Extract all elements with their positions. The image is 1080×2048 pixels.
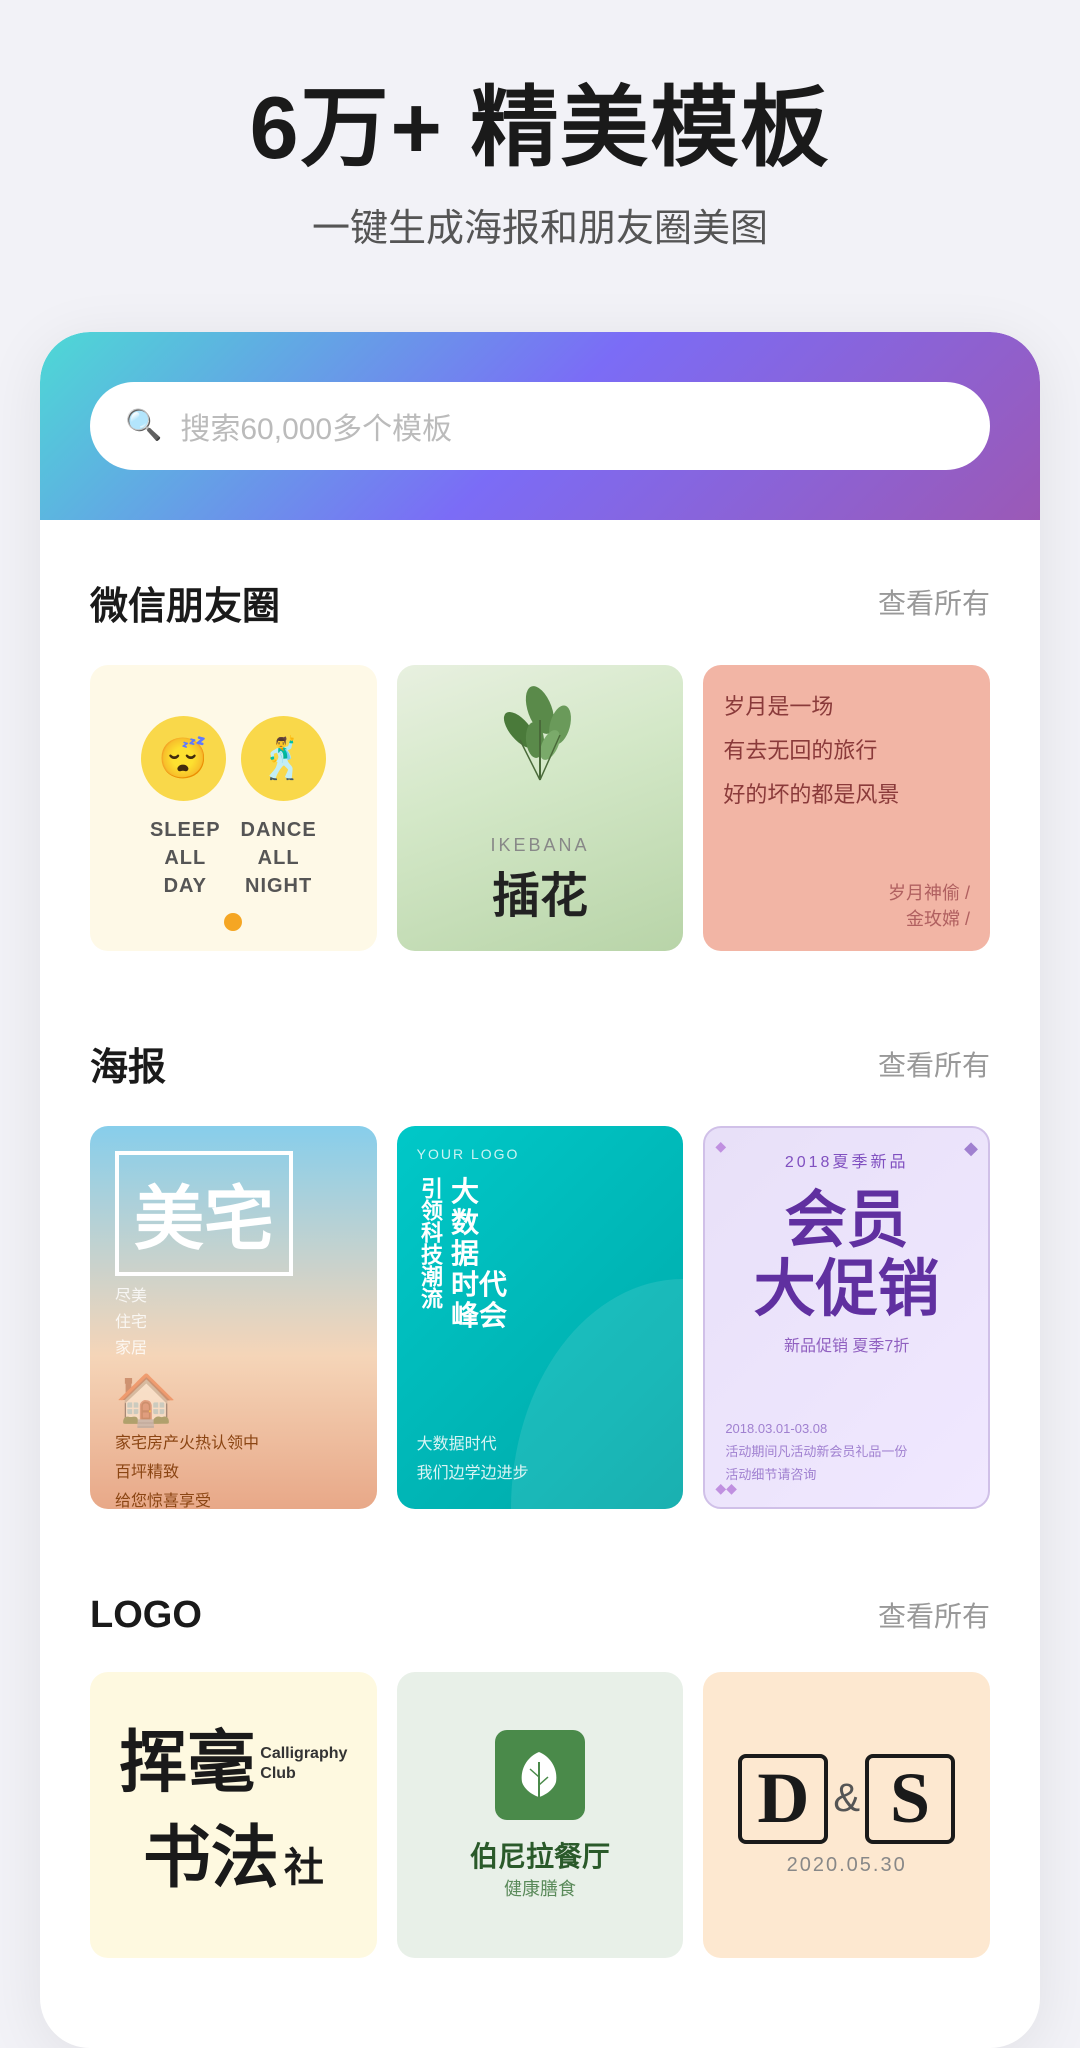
bernila-name: 伯尼拉餐厅 [470, 1835, 610, 1875]
shidai-big-title: 大数据时代峰会 [451, 1177, 507, 1331]
logo-calligraphy-club[interactable]: 挥毫 Calligraphy Club 书法 社 [90, 1672, 377, 1959]
poem-lines: 岁月是一场 有去无回的旅行 好的坏的都是风景 [723, 685, 970, 880]
poem-author1: 岁月神偷 / [723, 879, 970, 905]
shidai-left: 引领科技潮流 [417, 1177, 443, 1309]
logo-cards-row: 挥毫 Calligraphy Club 书法 社 [90, 1672, 990, 1959]
char-dance: 🕺 [241, 716, 326, 801]
poster-section-title: 海报 [90, 1036, 166, 1091]
shidai-right: 大数据时代峰会 [451, 1177, 507, 1331]
poster-cards-row: 美宅 尽美住宅家居 🏠 家宅房产火热认领中 百坪精致 给您惊喜享受 YOUR L… [90, 1126, 990, 1508]
logo-section-title: LOGO [90, 1594, 202, 1637]
poem-author2: 金玫嫦 / [723, 905, 970, 931]
logo-ds[interactable]: D & S 2020.05.30 [703, 1672, 990, 1959]
calli-main: 挥毫 Calligraphy Club [119, 1729, 347, 1797]
poem-signature: 岁月神偷 / 金玫嫦 / [723, 879, 970, 931]
ikebana-cn: 插花 [490, 856, 589, 926]
logo-bernila[interactable]: 伯尼拉餐厅 健康膳食 [397, 1672, 684, 1959]
huiyuan-details: 2018.03.01-03.08 活动期间凡活动新会员礼品一份 活动细节请咨询 [725, 1417, 968, 1487]
poem-inner: 岁月是一场 有去无回的旅行 好的坏的都是风景 岁月神偷 / 金玫嫦 / [703, 665, 990, 952]
diamond-bottom-left: ◆◆ [715, 1480, 737, 1497]
diamond-top-right: ◆ [964, 1138, 978, 1159]
search-header: 🔍 搜索60,000多个模板 [40, 332, 1040, 520]
logo-section: LOGO 查看所有 挥毫 Calligraphy Club 书法 社 [40, 1539, 1040, 1989]
calli-char1: 挥毫 [119, 1729, 255, 1797]
meizhai-title: 美宅 [115, 1151, 293, 1276]
poster-section: 海报 查看所有 美宅 尽美住宅家居 🏠 家宅房产火热认领中 百坪精致 给您惊喜享… [40, 981, 1040, 1538]
sleep-dance-text: SLEEP ALL DAY DANCE ALL NIGHT [150, 816, 317, 900]
huiyuan-header: 2018夏季新品 [725, 1148, 968, 1172]
char-sleep: 😴 [141, 716, 226, 801]
poster-huiyuan[interactable]: ◆ ◆ 2018夏季新品 会员大促销 新品促销 夏季7折 2018.03.01-… [703, 1126, 990, 1508]
sleep-dance-chars: 😴 🕺 [141, 716, 326, 801]
poster-see-all[interactable]: 查看所有 [878, 1044, 990, 1084]
logo-see-all[interactable]: 查看所有 [878, 1595, 990, 1635]
leaf-svg [512, 1747, 567, 1802]
ds-ampersand: & [833, 1776, 860, 1821]
hero-title: 6万+ 精美模板 [60, 80, 1020, 177]
calli-char3: 社 [284, 1835, 324, 1893]
meizhai-sub: 尽美住宅家居 [115, 1284, 352, 1361]
huiyuan-title: 会员大促销 [725, 1187, 968, 1323]
bernila-icon [495, 1730, 585, 1820]
poster-shidai[interactable]: YOUR LOGO 引领科技潮流 大数据时代峰会 大数据时代 我们边学边进步 [397, 1126, 684, 1508]
wechat-card-sleep-dance[interactable]: 😴 🕺 SLEEP ALL DAY DANCE ALL NIGHT [90, 665, 377, 952]
calli-en1: Calligraphy [260, 1743, 347, 1765]
hero-section: 6万+ 精美模板 一键生成海报和朋友圈美图 [0, 0, 1080, 302]
poster-meizhai[interactable]: 美宅 尽美住宅家居 🏠 家宅房产火热认领中 百坪精致 给您惊喜享受 YOUR L… [90, 1126, 377, 1508]
search-icon: 🔍 [125, 408, 162, 443]
poster-section-header: 海报 查看所有 [90, 1036, 990, 1091]
wechat-cards-row: 😴 🕺 SLEEP ALL DAY DANCE ALL NIGHT [90, 665, 990, 952]
calli-bottom: 书法 社 [143, 1802, 324, 1901]
logo-section-header: LOGO 查看所有 [90, 1594, 990, 1637]
meizhai-bottom: 🏠 家宅房产火热认领中 百坪精致 给您惊喜享受 YOUR LOGO [115, 1361, 352, 1508]
hero-subtitle: 一键生成海报和朋友圈美图 [60, 197, 1020, 252]
ds-letter-d: D [738, 1754, 828, 1844]
app-card: 🔍 搜索60,000多个模板 微信朋友圈 查看所有 😴 🕺 SLEEP ALL [40, 332, 1040, 2048]
search-placeholder: 搜索60,000多个模板 [180, 404, 452, 448]
calli-en2: Club [260, 1765, 347, 1783]
ds-date: 2020.05.30 [787, 1854, 907, 1877]
meizhai-bottom-text: 家宅房产火热认领中 百坪精致 给您惊喜享受 [115, 1430, 352, 1508]
ikebana-text: IKEBANA 插花 [490, 835, 589, 926]
calli-char2: 书法 [143, 1802, 279, 1901]
wechat-card-poem[interactable]: 岁月是一场 有去无回的旅行 好的坏的都是风景 岁月神偷 / 金玫嫦 / [703, 665, 990, 952]
dance-col: DANCE ALL NIGHT [241, 816, 317, 900]
wechat-card-ikebana[interactable]: IKEBANA 插花 [397, 665, 684, 952]
wechat-section-title: 微信朋友圈 [90, 575, 280, 630]
shidai-logo: YOUR LOGO [417, 1146, 664, 1162]
calli-right: Calligraphy Club [260, 1743, 347, 1783]
ds-letter-s: S [865, 1754, 955, 1844]
building-icon: 🏠 [115, 1371, 352, 1430]
huiyuan-desc: 新品促销 夏季7折 [725, 1332, 968, 1356]
bernila-sub: 健康膳食 [504, 1875, 576, 1901]
search-bar[interactable]: 🔍 搜索60,000多个模板 [90, 382, 990, 470]
orange-dot [224, 913, 242, 931]
diamond-top-left: ◆ [715, 1138, 726, 1155]
wechat-section: 微信朋友圈 查看所有 😴 🕺 SLEEP ALL DAY DANCE [40, 520, 1040, 982]
plant-decoration [480, 680, 600, 800]
ds-main: D & S [738, 1754, 955, 1844]
ikebana-bg: IKEBANA 插花 [397, 665, 684, 952]
sleep-col: SLEEP ALL DAY [150, 816, 221, 900]
wechat-section-header: 微信朋友圈 查看所有 [90, 575, 990, 630]
ikebana-en: IKEBANA [490, 835, 589, 856]
wechat-see-all[interactable]: 查看所有 [878, 582, 990, 622]
